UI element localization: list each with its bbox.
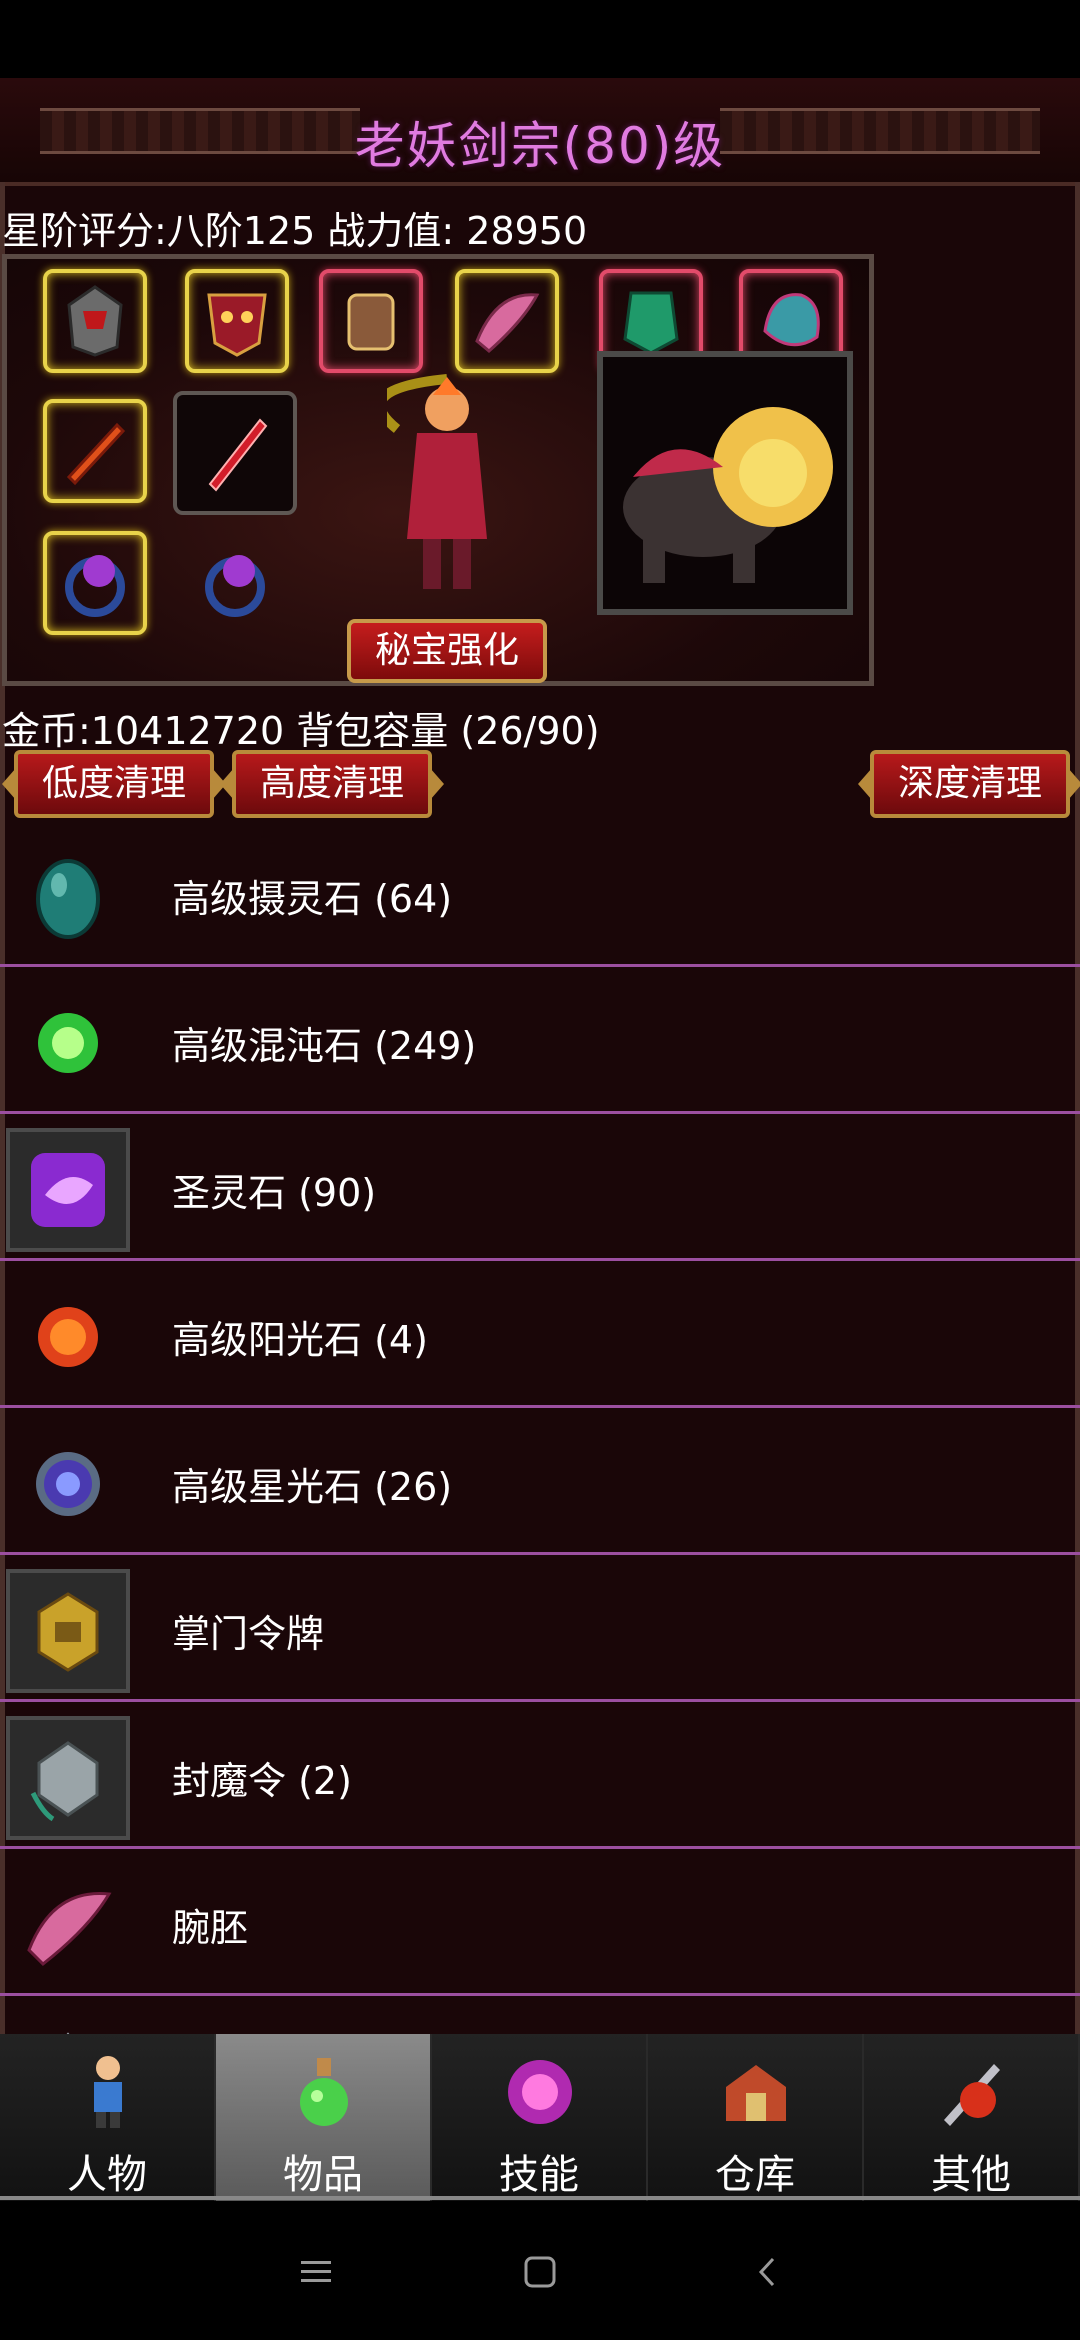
- back-icon[interactable]: [740, 2244, 796, 2300]
- star-rating-power-line: 星阶评分:八阶125 战力值: 28950: [2, 209, 588, 253]
- list-item[interactable]: 高级摄灵石 (64): [0, 820, 1080, 967]
- helmet-icon: [67, 285, 123, 357]
- silver-seal-token-icon: [6, 1716, 130, 1840]
- tab-warehouse[interactable]: 仓库: [648, 2034, 864, 2201]
- equip-slot-bracer[interactable]: [455, 269, 559, 373]
- item-name: 腕胚: [172, 1906, 249, 1950]
- clean-deep-button[interactable]: 深度清理: [858, 750, 1080, 818]
- item-name: 封魔令 (2): [172, 1759, 352, 1803]
- item-name: 圣灵石 (90): [172, 1171, 377, 1215]
- equip-slot-mask[interactable]: [185, 269, 289, 373]
- pink-bracer-icon: [6, 1863, 130, 1987]
- clean-high-button[interactable]: 高度清理: [220, 750, 444, 818]
- title-banner: 老妖剑宗(80)级: [0, 78, 1080, 186]
- orange-sun-stone-icon: [6, 1275, 130, 1399]
- equip-slot-ring-2[interactable]: [183, 531, 287, 635]
- equipment-panel: 秘宝强化: [2, 254, 874, 686]
- blue-star-stone-icon: [6, 1422, 130, 1546]
- jade-armor-icon: [623, 291, 679, 355]
- list-item[interactable]: 圣灵石 (90): [0, 1114, 1080, 1261]
- red-sword-icon: [208, 418, 268, 492]
- armor-icon: [347, 293, 395, 351]
- tab-label: 物品: [283, 2152, 363, 2198]
- list-item[interactable]: 掌门令牌: [0, 1555, 1080, 1702]
- equip-slot-weapon-offhand[interactable]: [43, 399, 147, 503]
- purple-orb-ring-icon: [65, 555, 125, 617]
- item-name: 高级星光石 (26): [172, 1465, 453, 1509]
- item-name: 高级阳光石 (4): [172, 1318, 428, 1362]
- gold-token-icon: [6, 1569, 130, 1693]
- demon-mask-icon: [207, 293, 267, 357]
- purple-spirit-stone-icon: [6, 1128, 130, 1252]
- gold-and-bag-capacity: 金币:10412720 背包容量 (26/90): [2, 709, 600, 753]
- tab-skills[interactable]: 技能: [432, 2034, 648, 2201]
- equip-slot-armor[interactable]: [319, 269, 423, 373]
- tab-character[interactable]: 人物: [0, 2034, 216, 2201]
- equip-slot-weapon[interactable]: [173, 391, 297, 515]
- equip-slot-ring-1[interactable]: [43, 531, 147, 635]
- list-item[interactable]: 腕胚: [0, 1849, 1080, 1996]
- tab-label: 技能: [499, 2152, 579, 2198]
- magic-orb-icon: [500, 2052, 580, 2132]
- character-title: 老妖剑宗(80)级: [354, 117, 726, 175]
- home-icon[interactable]: [512, 2244, 568, 2300]
- list-item[interactable]: 高级混沌石 (249): [0, 967, 1080, 1114]
- menu-icon[interactable]: [288, 2244, 344, 2300]
- sword-shield-icon: [932, 2052, 1012, 2132]
- tab-items[interactable]: 物品: [216, 2034, 432, 2201]
- tab-other[interactable]: 其他: [864, 2034, 1080, 2201]
- item-name: 掌门令牌: [172, 1612, 325, 1656]
- equip-slot-helmet[interactable]: [43, 269, 147, 373]
- bracer-icon: [475, 293, 540, 353]
- tab-label: 其他: [931, 2152, 1011, 2198]
- tab-label: 仓库: [715, 2152, 795, 2198]
- item-name: 高级混沌石 (249): [172, 1024, 477, 1068]
- tab-bar-baseline: [0, 2196, 1080, 2200]
- warehouse-chest-icon: [716, 2052, 796, 2132]
- green-chaos-orb-icon: [6, 981, 130, 1105]
- status-bar: [0, 0, 1080, 78]
- purple-orb-ring-icon: [205, 555, 265, 617]
- potion-icon: [284, 2052, 364, 2132]
- item-name: 高级摄灵石 (64): [172, 877, 453, 921]
- character-icon: [68, 2052, 148, 2132]
- character-avatar: [387, 374, 487, 589]
- system-nav-bar: [0, 2204, 1080, 2340]
- bottom-tab-bar: 人物 物品 技能 仓库 其他: [0, 2034, 1080, 2201]
- treasure-enhance-button[interactable]: 秘宝强化: [347, 619, 547, 683]
- pet-portrait[interactable]: [597, 351, 853, 615]
- teal-egg-stone-icon: [6, 834, 130, 958]
- lion-pet-icon: [623, 407, 833, 583]
- list-item[interactable]: 高级星光石 (26): [0, 1408, 1080, 1555]
- beast-helm-icon: [763, 293, 820, 347]
- flame-blade-icon: [66, 422, 126, 486]
- inventory-list: 高级摄灵石 (64) 高级混沌石 (249) 圣灵石 (90) 高级阳光石 (4…: [0, 820, 1080, 2140]
- game-screen: 老妖剑宗(80)级 星阶评分:八阶125 战力值: 28950 秘宝强化 金币:…: [0, 78, 1080, 2201]
- list-item[interactable]: 高级阳光石 (4): [0, 1261, 1080, 1408]
- clean-low-button[interactable]: 低度清理: [2, 750, 226, 818]
- list-item[interactable]: 封魔令 (2): [0, 1702, 1080, 1849]
- tab-label: 人物: [67, 2152, 147, 2198]
